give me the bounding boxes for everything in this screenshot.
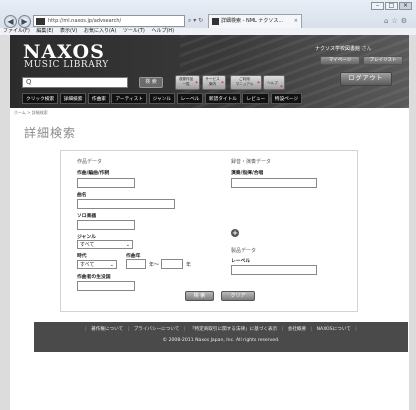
footer-link-commerce-law[interactable]: 「特定商取引に関する法律」に基づく表示 <box>190 327 277 332</box>
mypage-button[interactable]: マイページ <box>320 56 360 65</box>
footer-link-about-naxos[interactable]: NAXOSについて <box>317 327 351 332</box>
tab-favicon-icon <box>212 18 219 25</box>
copyright-text: © 2008-2011 Naxos Japan, Inc. All rights… <box>162 338 280 343</box>
main-content: ホーム > 詳細検索 詳細検索 作品データ 作曲/編曲/作詞 曲名 ソロ楽器 ジ… <box>10 108 409 410</box>
era-selected: すべて <box>80 262 95 268</box>
performer-label: 演奏/指揮/合唱 <box>231 171 264 176</box>
nav-genres[interactable]: ジャンル <box>148 93 176 104</box>
global-nav: クリック検索 詳細検索 作曲家 アーティスト ジャンル レーベル 新譜タイトル … <box>22 93 303 104</box>
add-condition-icon[interactable]: + <box>231 229 239 237</box>
menu-view[interactable]: 表示(V) <box>60 28 77 34</box>
year-from-unit: 年〜 <box>149 262 160 268</box>
composer-label: 作曲/編曲/作詞 <box>77 171 110 176</box>
menu-edit[interactable]: 編集(E) <box>36 28 53 34</box>
playlist-button[interactable]: プレイリスト <box>363 56 403 65</box>
nav-reviews[interactable]: レビュー <box>242 93 270 104</box>
browser-chrome: – □ × ◀ ▶ http://ml.naxos.jp/advsearch/ … <box>0 0 416 35</box>
tab-close-icon[interactable]: × <box>294 15 298 28</box>
footer-link-copyright[interactable]: 著作権について <box>91 327 123 332</box>
maximize-icon[interactable]: □ <box>385 2 398 10</box>
browser-tool-icons[interactable]: ⌂☆⚙ <box>384 17 410 25</box>
genre-selected: すべて <box>80 242 95 248</box>
manual-button[interactable]: ご利用 マニュアル <box>230 75 262 90</box>
menu-bar: ファイル(F) 編集(E) 表示(V) お気に入り(A) ツール(T) ヘルプ(… <box>0 28 416 35</box>
era-select[interactable]: すべて ⌄ <box>77 260 117 269</box>
work-title-label: 曲名 <box>77 193 87 198</box>
menu-tools[interactable]: ツール(T) <box>123 28 145 34</box>
nav-new-titles[interactable]: 新譜タイトル <box>204 93 241 104</box>
logout-button[interactable]: ログアウト <box>340 72 392 86</box>
nav-advanced-search[interactable]: 詳細検索 <box>59 93 87 104</box>
footer-links: | 著作権について | プライバシーについて | 「特定商取引に関する法律」に基… <box>85 327 357 332</box>
chevron-down-icon: ⌄ <box>125 242 130 248</box>
work-data-heading: 作品データ <box>77 159 103 165</box>
tab-title: 詳細検索 - NML ナクソス... <box>221 18 284 24</box>
menu-favorites[interactable]: お気に入り(A) <box>84 28 116 34</box>
help-button[interactable]: ヘルプ <box>263 75 285 92</box>
birthplace-label: 作曲者の生没国 <box>77 275 111 280</box>
composer-input[interactable] <box>77 178 135 188</box>
submit-search-button[interactable]: 検 索 <box>185 291 214 301</box>
nav-artists[interactable]: アーティスト <box>111 93 148 104</box>
era-label: 時代 <box>77 254 87 259</box>
label-field-label: レーベル <box>231 259 251 264</box>
chevron-down-icon: ⌄ <box>109 262 114 268</box>
welcome-text: ナクソス学校図書館 さん <box>315 45 372 52</box>
keyword-search-button[interactable]: 検 索 <box>139 77 163 88</box>
nav-composers[interactable]: 作曲家 <box>87 93 110 104</box>
address-text: http://ml.naxos.jp/advsearch/ <box>48 18 122 24</box>
product-data-heading: 製品データ <box>231 248 257 254</box>
user-name: ナクソス学校図書館 <box>315 46 361 52</box>
favicon-icon <box>36 18 45 25</box>
address-bar[interactable]: http://ml.naxos.jp/advsearch/ <box>33 15 185 27</box>
footer-link-privacy[interactable]: プライバシーについて <box>134 327 180 332</box>
site-footer: | 著作権について | プライバシーについて | 「特定商取引に関する法律」に基… <box>34 322 408 352</box>
advanced-search-form: 作品データ 作曲/編曲/作詞 曲名 ソロ楽器 ジャンル すべて ⌄ 時代 作曲年… <box>60 150 358 312</box>
work-title-input[interactable] <box>77 199 175 209</box>
year-to-unit: 年 <box>186 262 192 268</box>
performer-input[interactable] <box>231 178 317 188</box>
year-from-input[interactable] <box>126 259 146 269</box>
forward-icon[interactable]: ▶ <box>18 15 31 28</box>
year-to-input[interactable] <box>161 259 183 269</box>
menu-help[interactable]: ヘルプ(H) <box>151 28 174 34</box>
welcome-suffix: さん <box>361 46 372 52</box>
birthplace-input[interactable] <box>77 281 135 291</box>
nav-labels[interactable]: レーベル <box>176 93 204 104</box>
solo-instrument-label: ソロ楽器 <box>77 214 97 219</box>
clear-button[interactable]: クリア <box>221 291 255 301</box>
solo-instrument-input[interactable] <box>77 220 135 230</box>
site-logo-subtitle: MUSIC LIBRARY <box>24 60 109 70</box>
genre-select[interactable]: すべて ⌄ <box>77 240 133 249</box>
browser-tab[interactable]: 詳細検索 - NML ナクソス... × <box>208 14 302 28</box>
composition-year-label: 作曲年 <box>126 254 141 259</box>
window-controls: – □ × <box>370 2 412 10</box>
nav-quick-search[interactable]: クリック検索 <box>22 93 59 104</box>
back-icon[interactable]: ◀ <box>4 15 17 28</box>
minimize-icon[interactable]: – <box>371 2 384 10</box>
keyword-search-input[interactable]: Q <box>22 77 128 88</box>
close-window-icon[interactable]: × <box>399 2 412 10</box>
recording-data-heading: 録音・演奏データ <box>231 159 272 165</box>
genre-label: ジャンル <box>77 235 96 240</box>
breadcrumb[interactable]: ホーム > 詳細検索 <box>14 110 48 116</box>
label-input[interactable] <box>231 265 317 275</box>
catalog-list-button[interactable]: 収録作品 一覧 <box>175 75 200 90</box>
footer-link-company[interactable]: 会社概要 <box>288 327 306 332</box>
nav-special-pages[interactable]: 特設ページ <box>270 93 303 104</box>
site-header: NAXOS MUSIC LIBRARY Q 検 索 収録作品 一覧 サービス 案… <box>10 35 409 108</box>
address-search-refresh-icons[interactable]: ⌕ ▾ ↻ <box>188 17 203 25</box>
service-guide-button[interactable]: サービス 案内 <box>202 75 226 90</box>
page-title: 詳細検索 <box>24 126 77 140</box>
menu-file[interactable]: ファイル(F) <box>3 28 30 34</box>
